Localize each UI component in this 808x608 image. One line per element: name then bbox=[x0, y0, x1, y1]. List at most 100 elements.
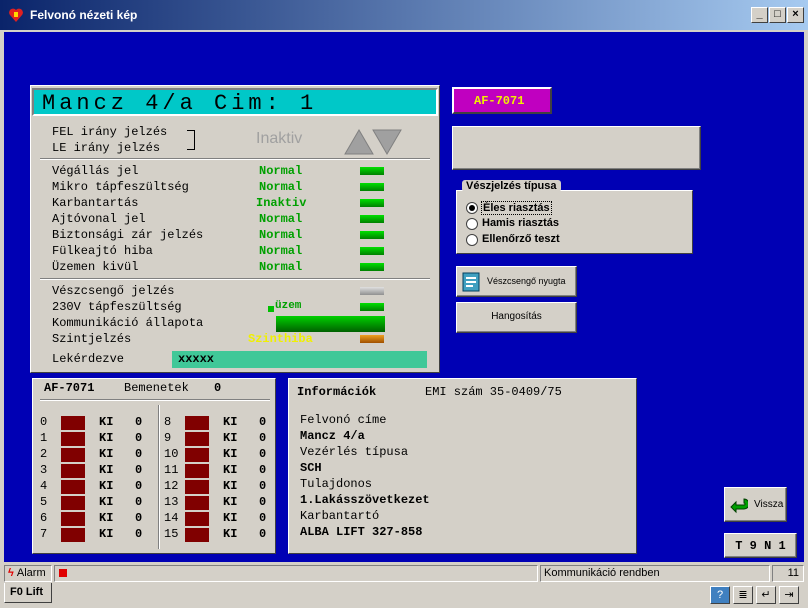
szint-value: Szinthiba bbox=[248, 332, 313, 346]
input-state-label: KI bbox=[223, 463, 238, 477]
radio-button[interactable] bbox=[466, 218, 478, 230]
input-state-cell bbox=[185, 448, 209, 462]
radio-button[interactable] bbox=[466, 234, 478, 246]
input-value: 0 bbox=[135, 431, 143, 445]
device-id: AF-7071 bbox=[474, 94, 525, 108]
intercom-button[interactable]: Hangosítás bbox=[456, 302, 577, 333]
input-number: 2 bbox=[40, 447, 48, 461]
signal-value: Inaktiv bbox=[256, 196, 307, 210]
status-count: 11 bbox=[772, 565, 804, 582]
info-line: 1.Lakásszövetkezet bbox=[300, 493, 430, 507]
v230-value: üzem bbox=[275, 300, 302, 312]
radio-selected-dot bbox=[469, 205, 475, 211]
input-number: 3 bbox=[40, 463, 48, 477]
input-state-cell bbox=[61, 512, 85, 526]
signal-value: Normal bbox=[259, 228, 303, 242]
lekerdezve-value: xxxxx bbox=[178, 352, 215, 366]
input-state-label: KI bbox=[99, 415, 114, 429]
input-number: 11 bbox=[164, 463, 179, 477]
input-number: 9 bbox=[164, 431, 172, 445]
input-state-label: KI bbox=[99, 447, 114, 461]
input-value: 0 bbox=[135, 479, 143, 493]
signal-value: Normal bbox=[259, 244, 303, 258]
exit-icon[interactable]: ⇥ bbox=[779, 586, 799, 604]
input-state-cell bbox=[185, 464, 209, 478]
info-line: Vezérlés típusa bbox=[300, 445, 409, 459]
input-value: 0 bbox=[135, 495, 143, 509]
input-state-label: KI bbox=[99, 463, 114, 477]
tab-f0-lift[interactable]: F0 Lift bbox=[4, 583, 52, 603]
info-line: ALBA LIFT 327-858 bbox=[300, 525, 423, 539]
alarm-type-title: Vészjelzés típusa bbox=[462, 180, 561, 192]
lekerdezve-field: xxxxx bbox=[172, 351, 427, 368]
input-number: 12 bbox=[164, 479, 179, 493]
input-value: 0 bbox=[135, 447, 143, 461]
input-value: 0 bbox=[259, 479, 267, 493]
lekerdezve-label: Lekérdezve bbox=[52, 352, 125, 366]
signal-label: Végállás jel bbox=[52, 164, 139, 178]
v230-label: 230V tápfeszültség bbox=[52, 300, 182, 314]
elevator-title: Mancz 4/a Cim: 1 bbox=[42, 91, 318, 116]
veszcsengo-led bbox=[360, 287, 384, 295]
document-icon bbox=[462, 272, 480, 292]
radio-label: Éles riasztás bbox=[481, 201, 552, 215]
input-number: 5 bbox=[40, 495, 48, 509]
alarm-indicator[interactable]: ϟ Alarm bbox=[4, 565, 52, 582]
input-state-label: KI bbox=[223, 479, 238, 493]
window-title: Felvonó nézeti kép bbox=[30, 8, 138, 22]
veszcsengo-label: Vészcsengő jelzés bbox=[52, 284, 175, 298]
input-number: 1 bbox=[40, 431, 48, 445]
close-button[interactable]: × bbox=[787, 7, 804, 23]
back-button[interactable]: Vissza bbox=[724, 487, 787, 522]
signal-label: Fülkeajtó hiba bbox=[52, 244, 153, 258]
title-bar: Felvonó nézeti kép _ □ × bbox=[0, 0, 808, 30]
radio-label: Ellenőrző teszt bbox=[482, 233, 560, 245]
signal-label: Ajtóvonal jel bbox=[52, 212, 146, 226]
input-state-label: KI bbox=[223, 431, 238, 445]
input-state-label: KI bbox=[99, 431, 114, 445]
input-number: 8 bbox=[164, 415, 172, 429]
input-state-cell bbox=[61, 480, 85, 494]
input-number: 10 bbox=[164, 447, 179, 461]
input-state-cell bbox=[61, 448, 85, 462]
status-led bbox=[360, 199, 384, 207]
input-state-label: KI bbox=[223, 447, 238, 461]
inputs-device-id: AF-7071 bbox=[44, 381, 95, 395]
signal-label: Karbantartás bbox=[52, 196, 139, 210]
status-led bbox=[360, 183, 384, 191]
input-value: 0 bbox=[259, 495, 267, 509]
input-number: 4 bbox=[40, 479, 48, 493]
separator bbox=[40, 278, 430, 280]
maximize-button[interactable]: □ bbox=[769, 7, 786, 23]
input-number: 14 bbox=[164, 511, 179, 525]
t9n1-button[interactable]: T 9 N 1 bbox=[724, 533, 797, 558]
info-line: Tulajdonos bbox=[300, 477, 373, 491]
input-number: 15 bbox=[164, 527, 179, 541]
input-value: 0 bbox=[259, 431, 267, 445]
help-icon[interactable]: ? bbox=[710, 586, 730, 604]
input-state-label: KI bbox=[223, 495, 238, 509]
direction-arrows-icon bbox=[344, 129, 402, 155]
intercom-label: Hangosítás bbox=[491, 311, 542, 322]
minimize-button[interactable]: _ bbox=[751, 7, 768, 23]
direction-bracket bbox=[187, 130, 195, 150]
alarm-ack-button[interactable]: Vészcsengő nyugta bbox=[456, 266, 577, 297]
le-label: LE irány jelzés bbox=[52, 141, 161, 155]
emi-number: EMI szám 35-0409/75 bbox=[425, 385, 562, 399]
v230-indicator bbox=[268, 306, 274, 312]
v230-led bbox=[360, 303, 384, 311]
alarm-led bbox=[59, 569, 67, 577]
status-bar: ϟ Alarm Kommunikáció rendben 11 bbox=[0, 563, 808, 583]
back-arrow-icon bbox=[730, 498, 748, 514]
input-value: 0 bbox=[259, 511, 267, 525]
signal-label: Biztonsági zár jelzés bbox=[52, 228, 204, 242]
list-icon[interactable]: ≣ bbox=[733, 586, 753, 604]
input-state-cell bbox=[61, 432, 85, 446]
enter-icon[interactable]: ↵ bbox=[756, 586, 776, 604]
info-line: SCH bbox=[300, 461, 322, 475]
signal-label: Üzemen kivül bbox=[52, 260, 139, 274]
input-value: 0 bbox=[259, 463, 267, 477]
input-state-label: KI bbox=[223, 511, 238, 525]
status-led bbox=[360, 167, 384, 175]
signal-value: Normal bbox=[259, 164, 303, 178]
